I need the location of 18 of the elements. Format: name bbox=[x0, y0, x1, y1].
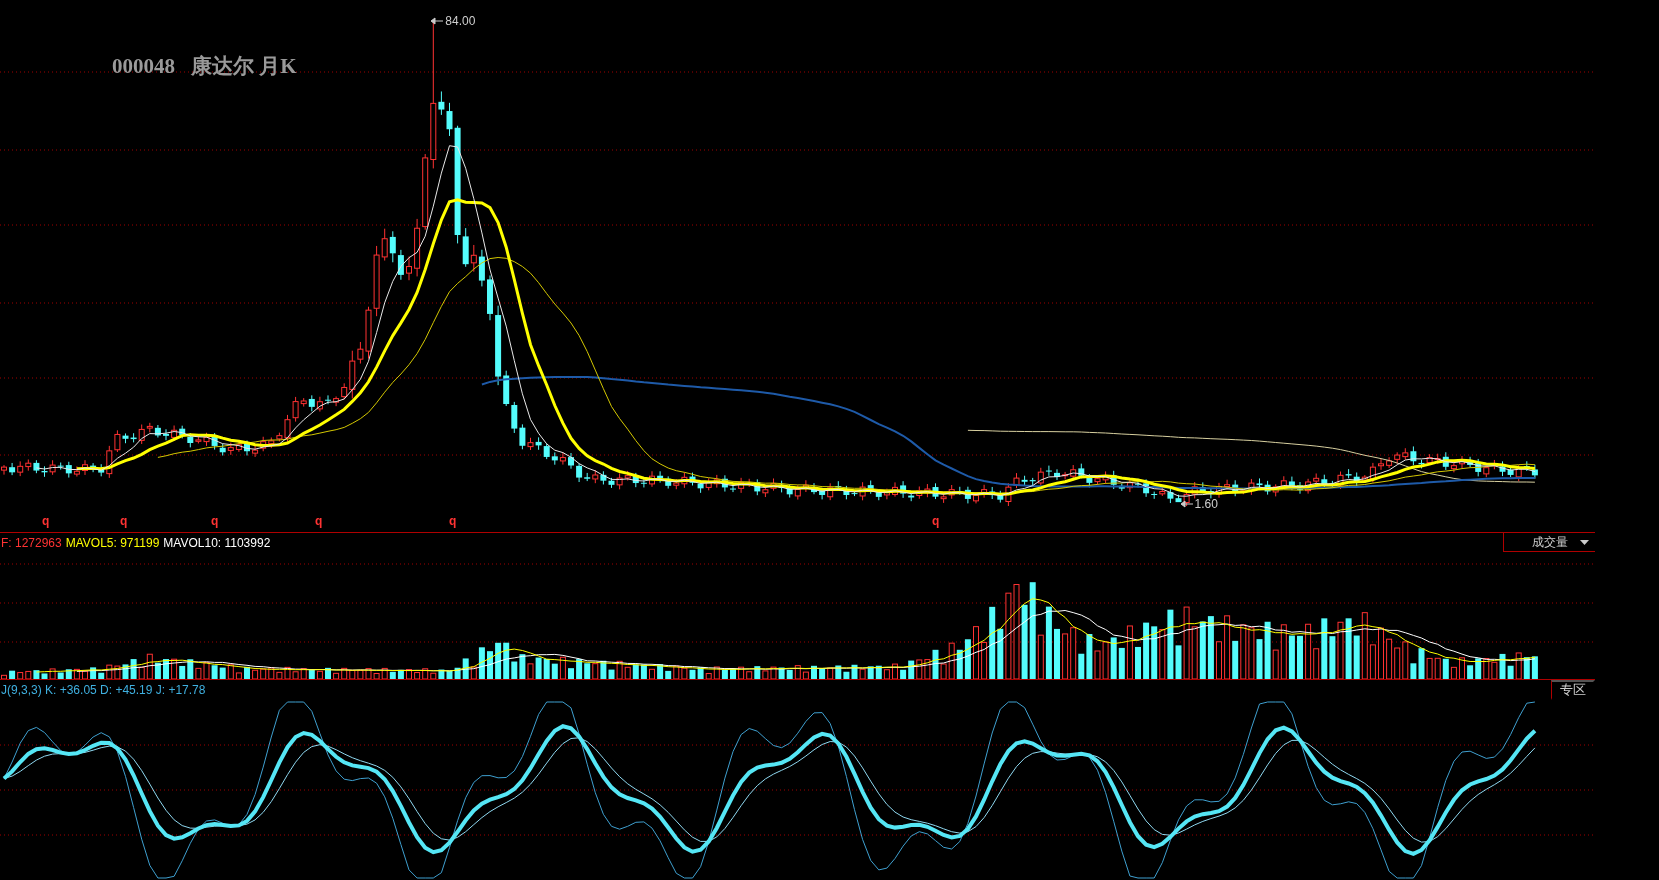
chart-title: 000048 康达尔 月K bbox=[112, 53, 297, 80]
signal-mark: q bbox=[42, 514, 50, 528]
volume-legend-value: MAVOL5: 971199 bbox=[65, 535, 160, 550]
left-arrow-icon bbox=[431, 17, 444, 25]
low-price-label: 1.60 bbox=[1194, 497, 1218, 511]
volume-legend-value: MAVOL10: 1103992 bbox=[163, 535, 271, 550]
kdj-legend: J(9,3,3) K: +36.05 D: +45.19 J: +17.78 bbox=[1, 683, 206, 697]
high-price-label: 84.00 bbox=[445, 14, 476, 28]
signal-mark: q bbox=[932, 514, 940, 528]
left-arrow-icon bbox=[1180, 500, 1193, 508]
signal-mark: q bbox=[211, 514, 219, 528]
volume-legend-value: F: 1272963 bbox=[1, 535, 62, 550]
signal-mark: q bbox=[449, 514, 457, 528]
signal-mark: q bbox=[120, 514, 128, 528]
signal-mark: q bbox=[315, 514, 323, 528]
indicator-dropdown[interactable]: 成交量 bbox=[1503, 533, 1595, 552]
zone-button[interactable]: 专区 bbox=[1551, 680, 1595, 700]
caret-icon bbox=[1580, 539, 1589, 545]
